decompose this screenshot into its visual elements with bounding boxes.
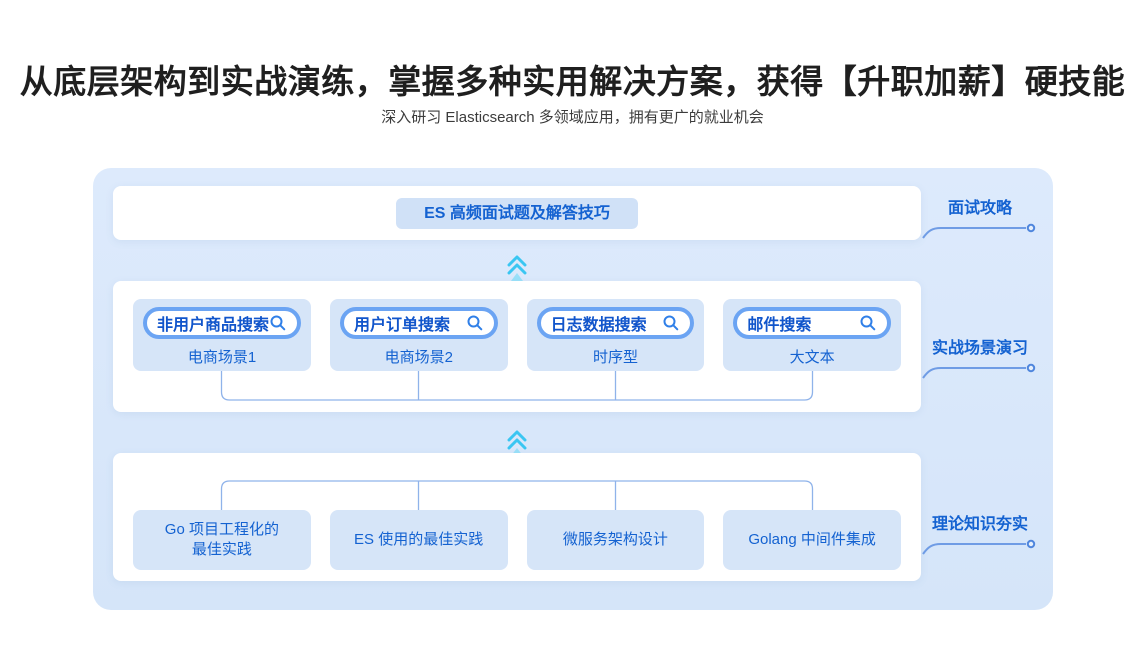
scenario-card: 非用户商品搜索 电商场景1 <box>133 299 311 371</box>
theory-box-text: 微服务架构设计 <box>563 530 668 550</box>
search-pill: 用户订单搜索 <box>340 307 498 339</box>
search-pill: 邮件搜索 <box>733 307 891 339</box>
theory-box-text: Golang 中间件集成 <box>748 530 876 550</box>
search-pill-text: 邮件搜索 <box>747 311 811 335</box>
search-icon <box>466 314 484 332</box>
connector-line <box>921 220 1039 240</box>
course-diagram-panel: ES 高频面试题及解答技巧 非用户商品搜索 <box>93 168 1053 610</box>
theory-box: ES 使用的最佳实践 <box>330 510 508 570</box>
interview-topic-chip: ES 高频面试题及解答技巧 <box>396 198 638 229</box>
search-icon <box>662 314 680 332</box>
connector-label: 理论知识夯实 <box>921 514 1039 536</box>
double-chevron-up-icon <box>504 252 530 282</box>
course-landing-section: 从底层架构到实战演练，掌握多种实用解决方案，获得【升职加薪】硬技能 深入研习 E… <box>0 0 1145 654</box>
connector-endpoint-circle <box>1028 541 1034 547</box>
theory-box-text: Go 项目工程化的 最佳实践 <box>165 520 279 560</box>
theory-box: Go 项目工程化的 最佳实践 <box>133 510 311 570</box>
search-pill: 非用户商品搜索 <box>143 307 301 339</box>
scenario-caption: 电商场景1 <box>133 346 311 367</box>
scenario-card: 日志数据搜索 时序型 <box>527 299 705 371</box>
search-icon <box>269 314 287 332</box>
theory-box: Golang 中间件集成 <box>723 510 901 570</box>
theory-box-text: ES 使用的最佳实践 <box>354 530 483 550</box>
theory-row: Go 项目工程化的 最佳实践 ES 使用的最佳实践 微服务架构设计 Golang… <box>113 453 921 581</box>
page-subtitle: 深入研习 Elasticsearch 多领域应用，拥有更广的就业机会 <box>0 106 1145 127</box>
scenario-card: 邮件搜索 大文本 <box>723 299 901 371</box>
theory-box: 微服务架构设计 <box>527 510 705 570</box>
connector-endpoint-circle <box>1028 365 1034 371</box>
connector-line <box>921 536 1039 556</box>
search-icon <box>859 314 877 332</box>
connector-scenarios: 实战场景演习 <box>921 338 1039 380</box>
connector-label: 实战场景演习 <box>921 338 1039 360</box>
search-pill-text: 非用户商品搜索 <box>157 311 269 335</box>
interview-row: ES 高频面试题及解答技巧 <box>113 186 921 240</box>
search-pill-text: 用户订单搜索 <box>354 311 450 335</box>
scenario-cards: 非用户商品搜索 电商场景1 用户订单搜索 <box>133 299 901 371</box>
scenario-card: 用户订单搜索 电商场景2 <box>330 299 508 371</box>
search-pill: 日志数据搜索 <box>537 307 695 339</box>
connector-endpoint-circle <box>1028 225 1034 231</box>
scenario-caption: 时序型 <box>527 346 705 367</box>
connector-interview: 面试攻略 <box>921 198 1039 240</box>
scenario-row: 非用户商品搜索 电商场景1 用户订单搜索 <box>113 281 921 412</box>
scenario-caption: 大文本 <box>723 346 901 367</box>
connector-label: 面试攻略 <box>921 198 1039 220</box>
search-pill-text: 日志数据搜索 <box>551 311 647 335</box>
connector-line <box>921 360 1039 380</box>
scenario-caption: 电商场景2 <box>330 346 508 367</box>
connector-theory: 理论知识夯实 <box>921 514 1039 556</box>
page-title: 从底层架构到实战演练，掌握多种实用解决方案，获得【升职加薪】硬技能 <box>0 55 1145 103</box>
theory-boxes: Go 项目工程化的 最佳实践 ES 使用的最佳实践 微服务架构设计 Golang… <box>133 510 901 570</box>
